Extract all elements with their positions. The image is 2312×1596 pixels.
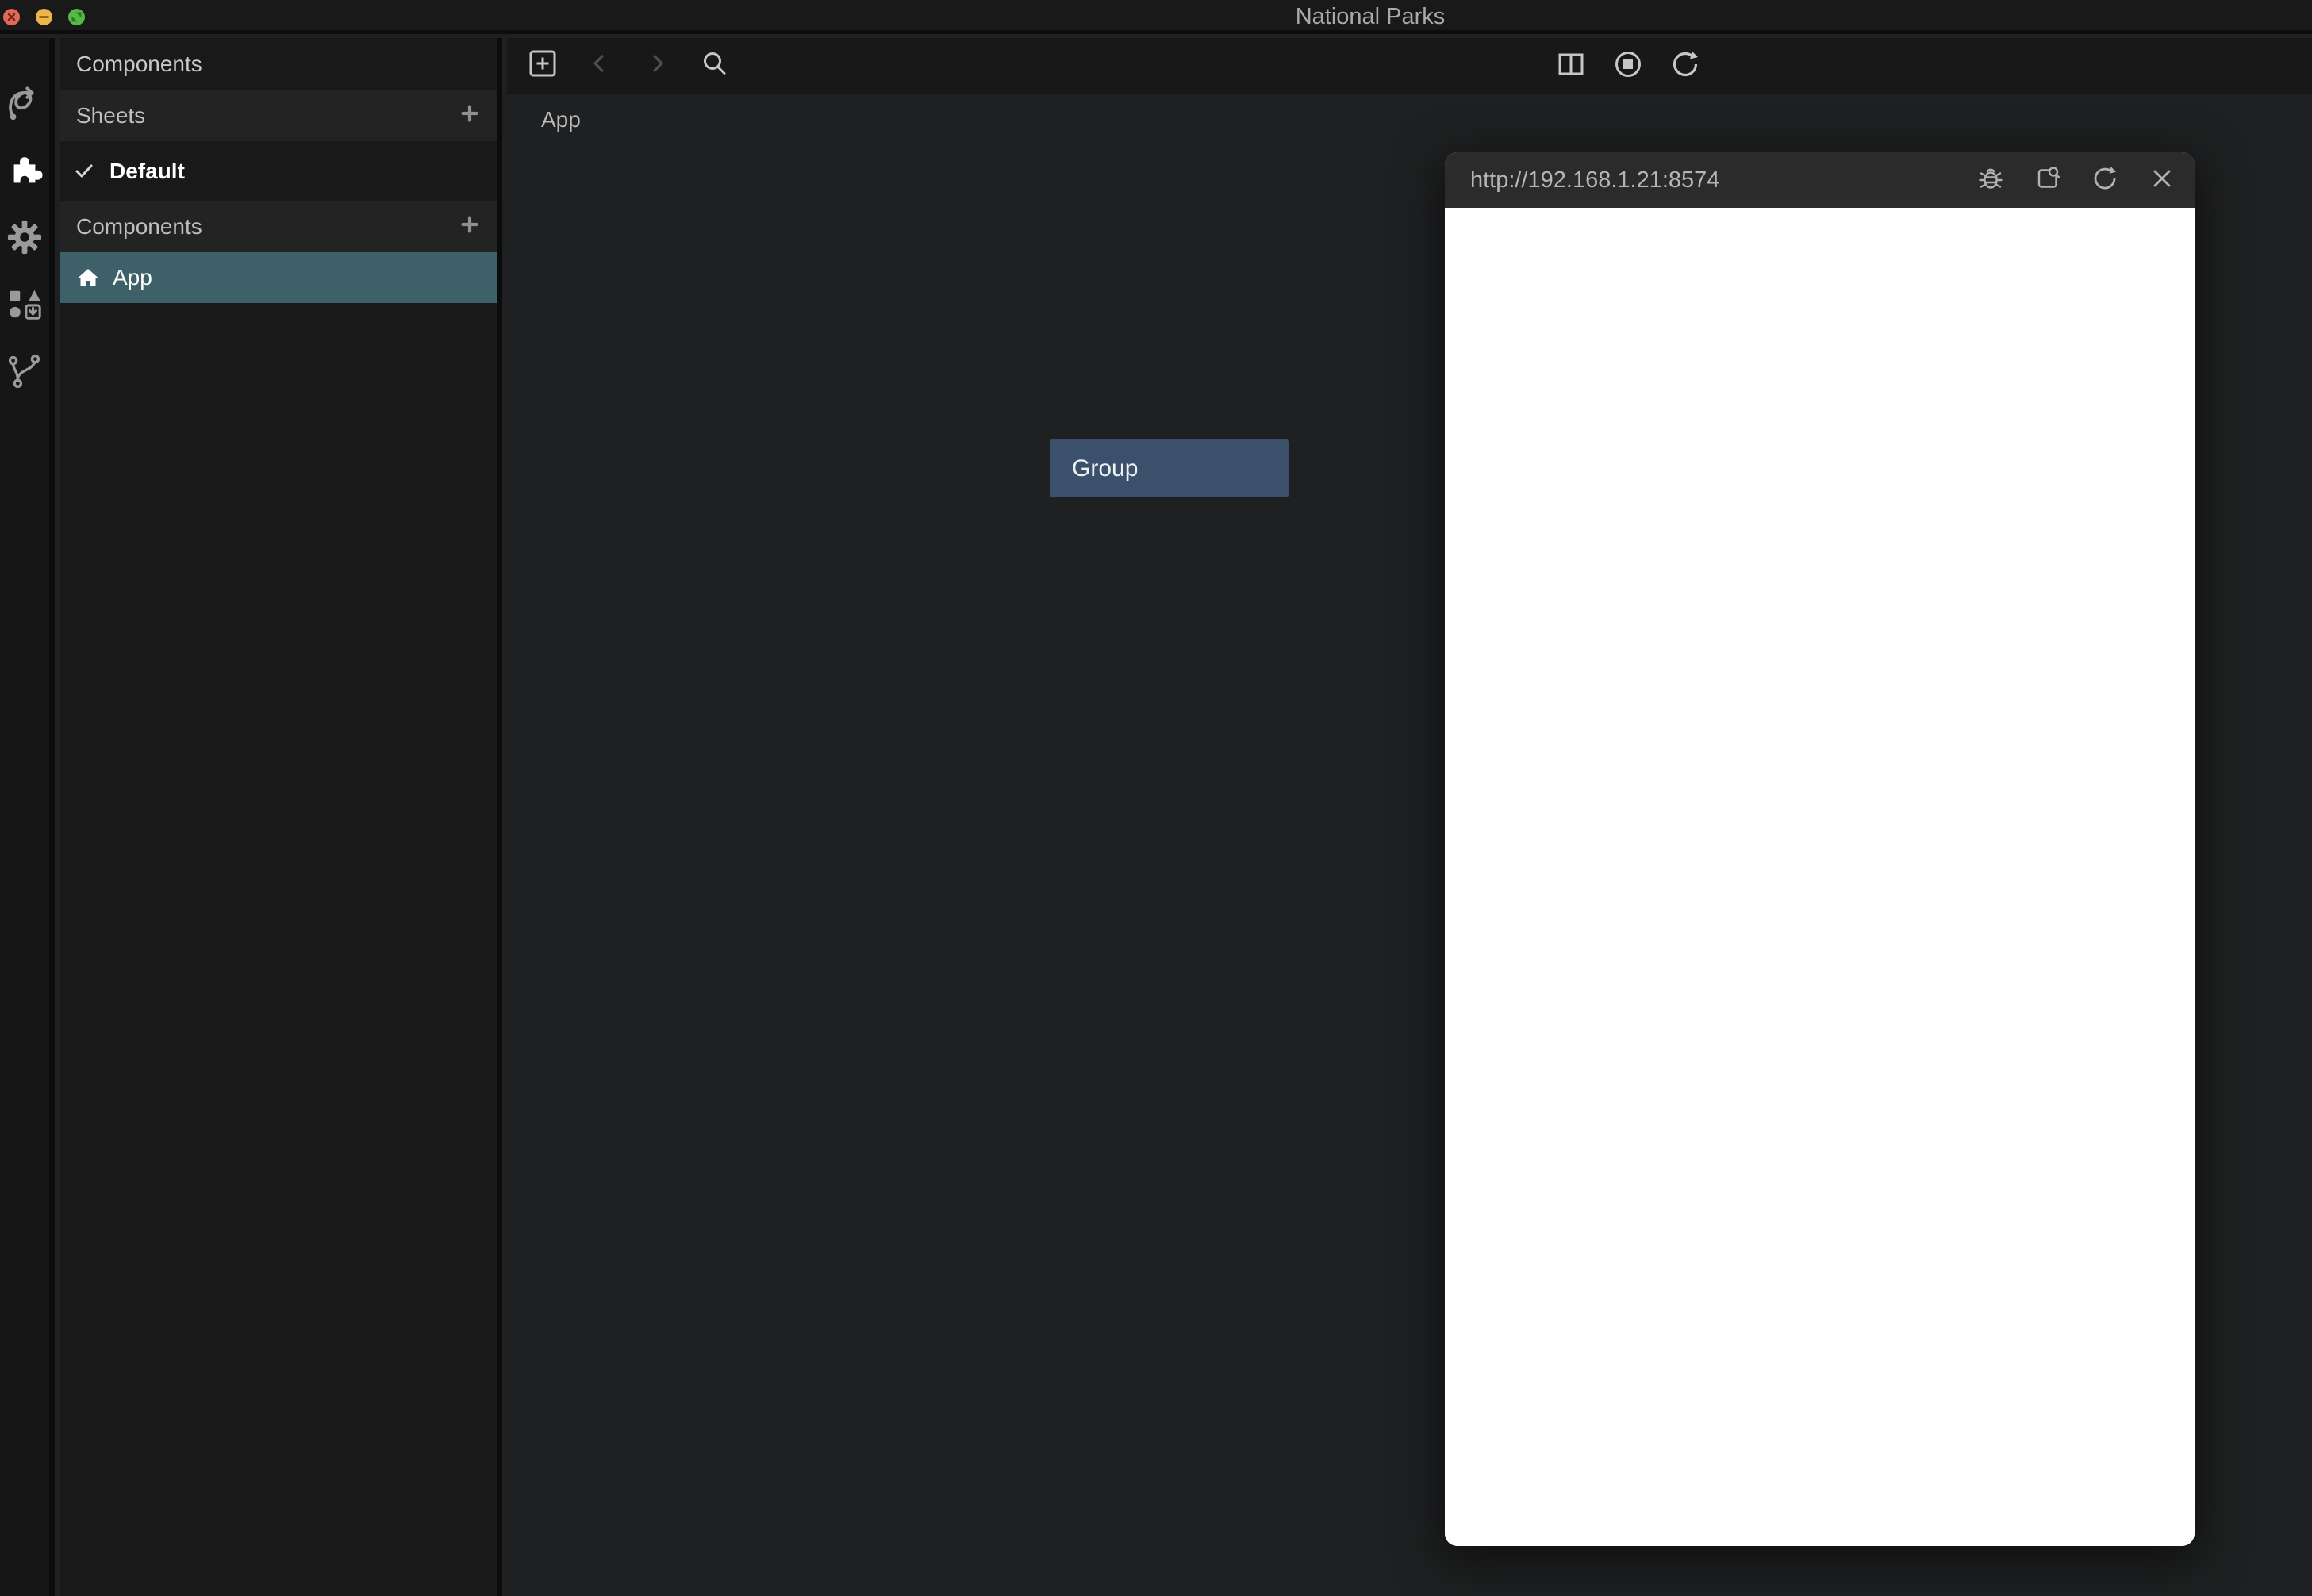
stop-icon <box>1613 49 1643 83</box>
reload-icon <box>2091 165 2118 196</box>
back-button[interactable] <box>585 51 615 81</box>
preview-window: http://192.168.1.21:8574 <box>1445 152 2195 1546</box>
close-icon <box>3 9 20 25</box>
activity-item-components[interactable] <box>6 154 43 190</box>
window-controls <box>3 0 85 34</box>
activity-bar <box>0 38 55 1596</box>
check-icon <box>71 160 98 182</box>
close-window-button[interactable] <box>3 9 20 25</box>
minimize-window-button[interactable] <box>36 9 52 25</box>
add-sheet-button[interactable] <box>459 106 480 126</box>
components-section-label: Components <box>76 214 202 240</box>
plus-icon <box>459 214 480 240</box>
add-component-button[interactable] <box>459 217 480 237</box>
add-node-icon <box>528 48 558 82</box>
stop-button[interactable] <box>1613 51 1643 81</box>
split-view-button[interactable] <box>1556 51 1586 81</box>
activity-item-assets[interactable] <box>6 287 43 324</box>
component-item-label: App <box>113 265 152 290</box>
node-label: Group <box>1072 455 1138 482</box>
breadcrumb[interactable]: App <box>541 94 581 146</box>
home-icon <box>75 266 102 290</box>
node-canvas[interactable]: App Group http://192.168.1.21:8574 <box>507 38 2312 1596</box>
forward-button[interactable] <box>642 51 672 81</box>
search-icon <box>699 48 729 82</box>
preview-controls <box>1556 38 1700 94</box>
component-item-app[interactable]: App <box>60 252 497 303</box>
preview-url-field[interactable]: http://192.168.1.21:8574 <box>1470 167 1719 194</box>
inspect-button[interactable] <box>2034 167 2061 194</box>
app-window: National Parks <box>0 0 2312 1596</box>
settings-icon <box>6 219 43 259</box>
canvas-toolbar <box>507 38 2312 94</box>
maximize-window-button[interactable] <box>68 9 85 25</box>
preview-viewport[interactable] <box>1445 208 2195 1546</box>
close-preview-button[interactable] <box>2149 167 2176 194</box>
version-control-icon <box>6 352 43 393</box>
assets-icon <box>6 286 43 326</box>
refresh-button[interactable] <box>1670 51 1700 81</box>
preview-header: http://192.168.1.21:8574 <box>1445 152 2195 208</box>
sheet-item-label: Default <box>109 159 185 184</box>
minimize-icon <box>36 9 52 25</box>
window-title: National Parks <box>1296 0 1446 34</box>
components-panel-title: Components <box>60 38 497 90</box>
activity-item-node-graph[interactable] <box>6 87 43 124</box>
plus-icon <box>459 103 480 129</box>
node-group[interactable]: Group <box>1050 439 1289 497</box>
add-node-button[interactable] <box>528 51 558 81</box>
activity-item-version-control[interactable] <box>6 354 43 390</box>
sheets-section-label: Sheets <box>76 103 145 129</box>
debug-icon <box>1977 165 2004 196</box>
sheet-item-default[interactable]: Default <box>60 141 497 201</box>
refresh-icon <box>1670 49 1700 83</box>
components-panel: Components Sheets Default Components <box>60 38 502 1596</box>
preview-actions <box>1977 167 2176 194</box>
activity-item-settings[interactable] <box>6 221 43 257</box>
close-icon <box>2149 165 2176 196</box>
components-section-header: Components <box>60 201 497 252</box>
titlebar: National Parks <box>0 0 2312 34</box>
components-icon <box>6 152 43 193</box>
debug-button[interactable] <box>1977 167 2004 194</box>
sheets-section-header: Sheets <box>60 90 497 141</box>
node-graph-icon <box>6 86 43 126</box>
search-button[interactable] <box>699 51 729 81</box>
forward-icon <box>642 48 672 82</box>
split-view-icon <box>1556 49 1586 83</box>
reload-button[interactable] <box>2091 167 2118 194</box>
back-icon <box>585 48 615 82</box>
maximize-icon <box>68 9 85 25</box>
inspect-icon <box>2034 165 2061 196</box>
